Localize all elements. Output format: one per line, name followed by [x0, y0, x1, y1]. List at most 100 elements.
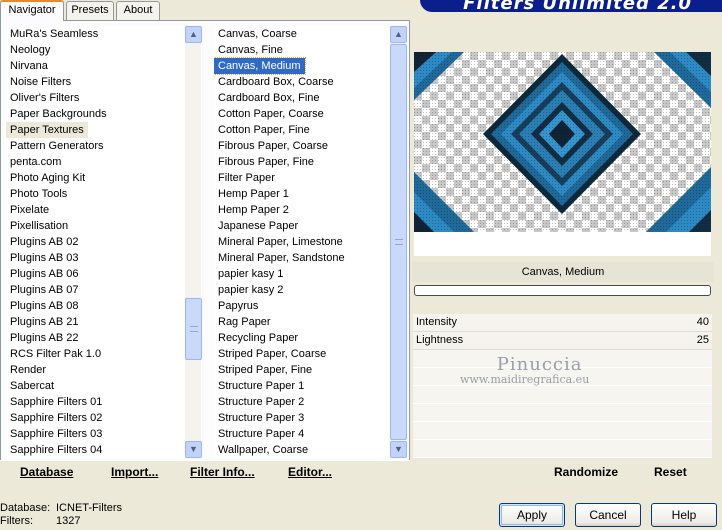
app-title: Filters Unlimited 2.0: [463, 0, 692, 12]
param-row-lightness[interactable]: Lightness 25: [413, 332, 712, 350]
import-button[interactable]: Import...: [111, 465, 158, 479]
scroll-down-arrow-icon[interactable]: ▼: [390, 441, 407, 458]
list-item[interactable]: RCS Filter Pak 1.0: [6, 346, 101, 362]
filters-status: Filters: 1327: [0, 515, 122, 528]
preview-margin: [414, 232, 711, 256]
list-item[interactable]: Mineral Paper, Sandstone: [214, 250, 345, 266]
list-item[interactable]: Fibrous Paper, Fine: [214, 154, 314, 170]
list-item[interactable]: Sabercat: [6, 378, 54, 394]
list-item[interactable]: Structure Paper 1: [214, 378, 304, 394]
param-row-empty: [413, 422, 712, 440]
category-list[interactable]: MuRa's Seamless Neology Nirvana Noise Filte…: [6, 26, 202, 458]
scroll-down-arrow-icon[interactable]: ▼: [185, 441, 202, 458]
param-row-intensity[interactable]: Intensity 40: [413, 314, 712, 332]
list-item[interactable]: Photo Aging Kit: [6, 170, 85, 186]
status-info: Database: ICNET-Filters Filters: 1327: [0, 502, 122, 528]
list-item[interactable]: Cotton Paper, Fine: [214, 122, 310, 138]
list-item[interactable]: Hemp Paper 1: [214, 186, 289, 202]
editor-button[interactable]: Editor...: [288, 465, 332, 479]
help-button[interactable]: Help: [651, 503, 717, 527]
list-item[interactable]: Recycling Paper: [214, 330, 298, 346]
list-item[interactable]: Sapphire Filters 04: [6, 442, 102, 458]
list-item[interactable]: Plugins AB 06: [6, 266, 79, 282]
list-item[interactable]: Photo Tools: [6, 186, 67, 202]
list-item[interactable]: Canvas, Fine: [214, 42, 283, 58]
list-item[interactable]: Paper Backgrounds: [6, 106, 107, 122]
list-item[interactable]: Sapphire Filters 01: [6, 394, 102, 410]
reset-button[interactable]: Reset: [654, 465, 687, 479]
filter-list[interactable]: Canvas, Coarse Canvas, Fine Canvas, Medium…: [214, 26, 406, 458]
filter-preview: [414, 52, 711, 232]
param-label: Intensity: [416, 316, 457, 328]
scroll-up-arrow-icon[interactable]: ▲: [185, 26, 202, 43]
list-item[interactable]: Plugins AB 02: [6, 234, 79, 250]
preview-pattern: [414, 52, 711, 232]
list-item[interactable]: Canvas, Coarse: [214, 26, 297, 42]
list-item[interactable]: Plugins AB 21: [6, 314, 79, 330]
list-item[interactable]: Striped Paper, Coarse: [214, 346, 326, 362]
param-row-empty: [413, 368, 712, 386]
scroll-up-arrow-icon[interactable]: ▲: [390, 26, 407, 43]
list-item[interactable]: papier kasy 2: [214, 282, 283, 298]
list-item[interactable]: papier kasy 1: [214, 266, 283, 282]
list-item[interactable]: Cardboard Box, Fine: [214, 90, 320, 106]
current-filter-name: Canvas, Medium: [412, 262, 714, 282]
list-item[interactable]: Filter Paper: [214, 170, 275, 186]
tab-about[interactable]: About: [116, 1, 160, 20]
list-item[interactable]: Plugins AB 22: [6, 330, 79, 346]
param-value[interactable]: 40: [697, 316, 709, 328]
list-item[interactable]: Sapphire Filters 03: [6, 426, 102, 442]
scroll-thumb[interactable]: [185, 298, 202, 360]
app-banner: Filters Unlimited 2.0: [420, 0, 722, 12]
list-item[interactable]: Fibrous Paper, Coarse: [214, 138, 328, 154]
list-item[interactable]: Noise Filters: [6, 74, 71, 90]
list-item[interactable]: Pixelate: [6, 202, 49, 218]
scroll-thumb[interactable]: [390, 44, 407, 440]
database-button[interactable]: Database: [20, 465, 73, 479]
tab-navigator[interactable]: Navigator: [0, 0, 64, 21]
list-item[interactable]: Wallpaper, Coarse: [214, 442, 308, 458]
list-item[interactable]: Rag Paper: [214, 314, 271, 330]
apply-button[interactable]: Apply: [499, 503, 565, 527]
grip-icon: [190, 326, 198, 332]
param-label: Lightness: [416, 334, 464, 346]
list-item[interactable]: penta.com: [6, 154, 61, 170]
list-item[interactable]: Canvas, Medium: [214, 57, 306, 75]
list-item[interactable]: MuRa's Seamless: [6, 26, 98, 42]
list-item[interactable]: Structure Paper 2: [214, 394, 304, 410]
list-item[interactable]: Hemp Paper 2: [214, 202, 289, 218]
param-row-empty: [413, 386, 712, 404]
list-item[interactable]: Plugins AB 07: [6, 282, 79, 298]
list-item[interactable]: Neology: [6, 42, 50, 58]
list-item[interactable]: Plugins AB 08: [6, 298, 79, 314]
filter-scrollbar[interactable]: ▲ ▼: [389, 26, 407, 458]
status-label: Filters:: [0, 515, 33, 527]
tab-presets[interactable]: Presets: [66, 1, 114, 20]
filter-info-button[interactable]: Filter Info...: [190, 465, 255, 479]
database-status: Database: ICNET-Filters: [0, 502, 122, 515]
list-item[interactable]: Striped Paper, Fine: [214, 362, 312, 378]
list-item[interactable]: Structure Paper 3: [214, 410, 304, 426]
category-scrollbar[interactable]: ▲ ▼: [184, 26, 202, 458]
list-item[interactable]: Mineral Paper, Limestone: [214, 234, 343, 250]
cancel-button[interactable]: Cancel: [575, 503, 641, 527]
randomize-button[interactable]: Randomize: [554, 465, 618, 479]
list-item[interactable]: Cotton Paper, Coarse: [214, 106, 324, 122]
list-item[interactable]: Render: [6, 362, 46, 378]
list-item[interactable]: Sapphire Filters 02: [6, 410, 102, 426]
list-item[interactable]: Pattern Generators: [6, 138, 104, 154]
list-item[interactable]: Structure Paper 4: [214, 426, 304, 442]
list-item[interactable]: Paper Textures: [6, 122, 88, 138]
list-item[interactable]: Japanese Paper: [214, 218, 298, 234]
list-item[interactable]: Oliver's Filters: [6, 90, 79, 106]
list-item[interactable]: Cardboard Box, Coarse: [214, 74, 334, 90]
param-value[interactable]: 25: [697, 334, 709, 346]
status-label: Database:: [0, 502, 51, 514]
list-item[interactable]: Pixellisation: [6, 218, 68, 234]
list-item[interactable]: Nirvana: [6, 58, 48, 74]
param-row-empty: [413, 350, 712, 368]
status-value: ICNET-Filters: [56, 502, 122, 514]
list-item[interactable]: Plugins AB 03: [6, 250, 79, 266]
list-item[interactable]: Papyrus: [214, 298, 258, 314]
grip-icon: [395, 239, 403, 245]
